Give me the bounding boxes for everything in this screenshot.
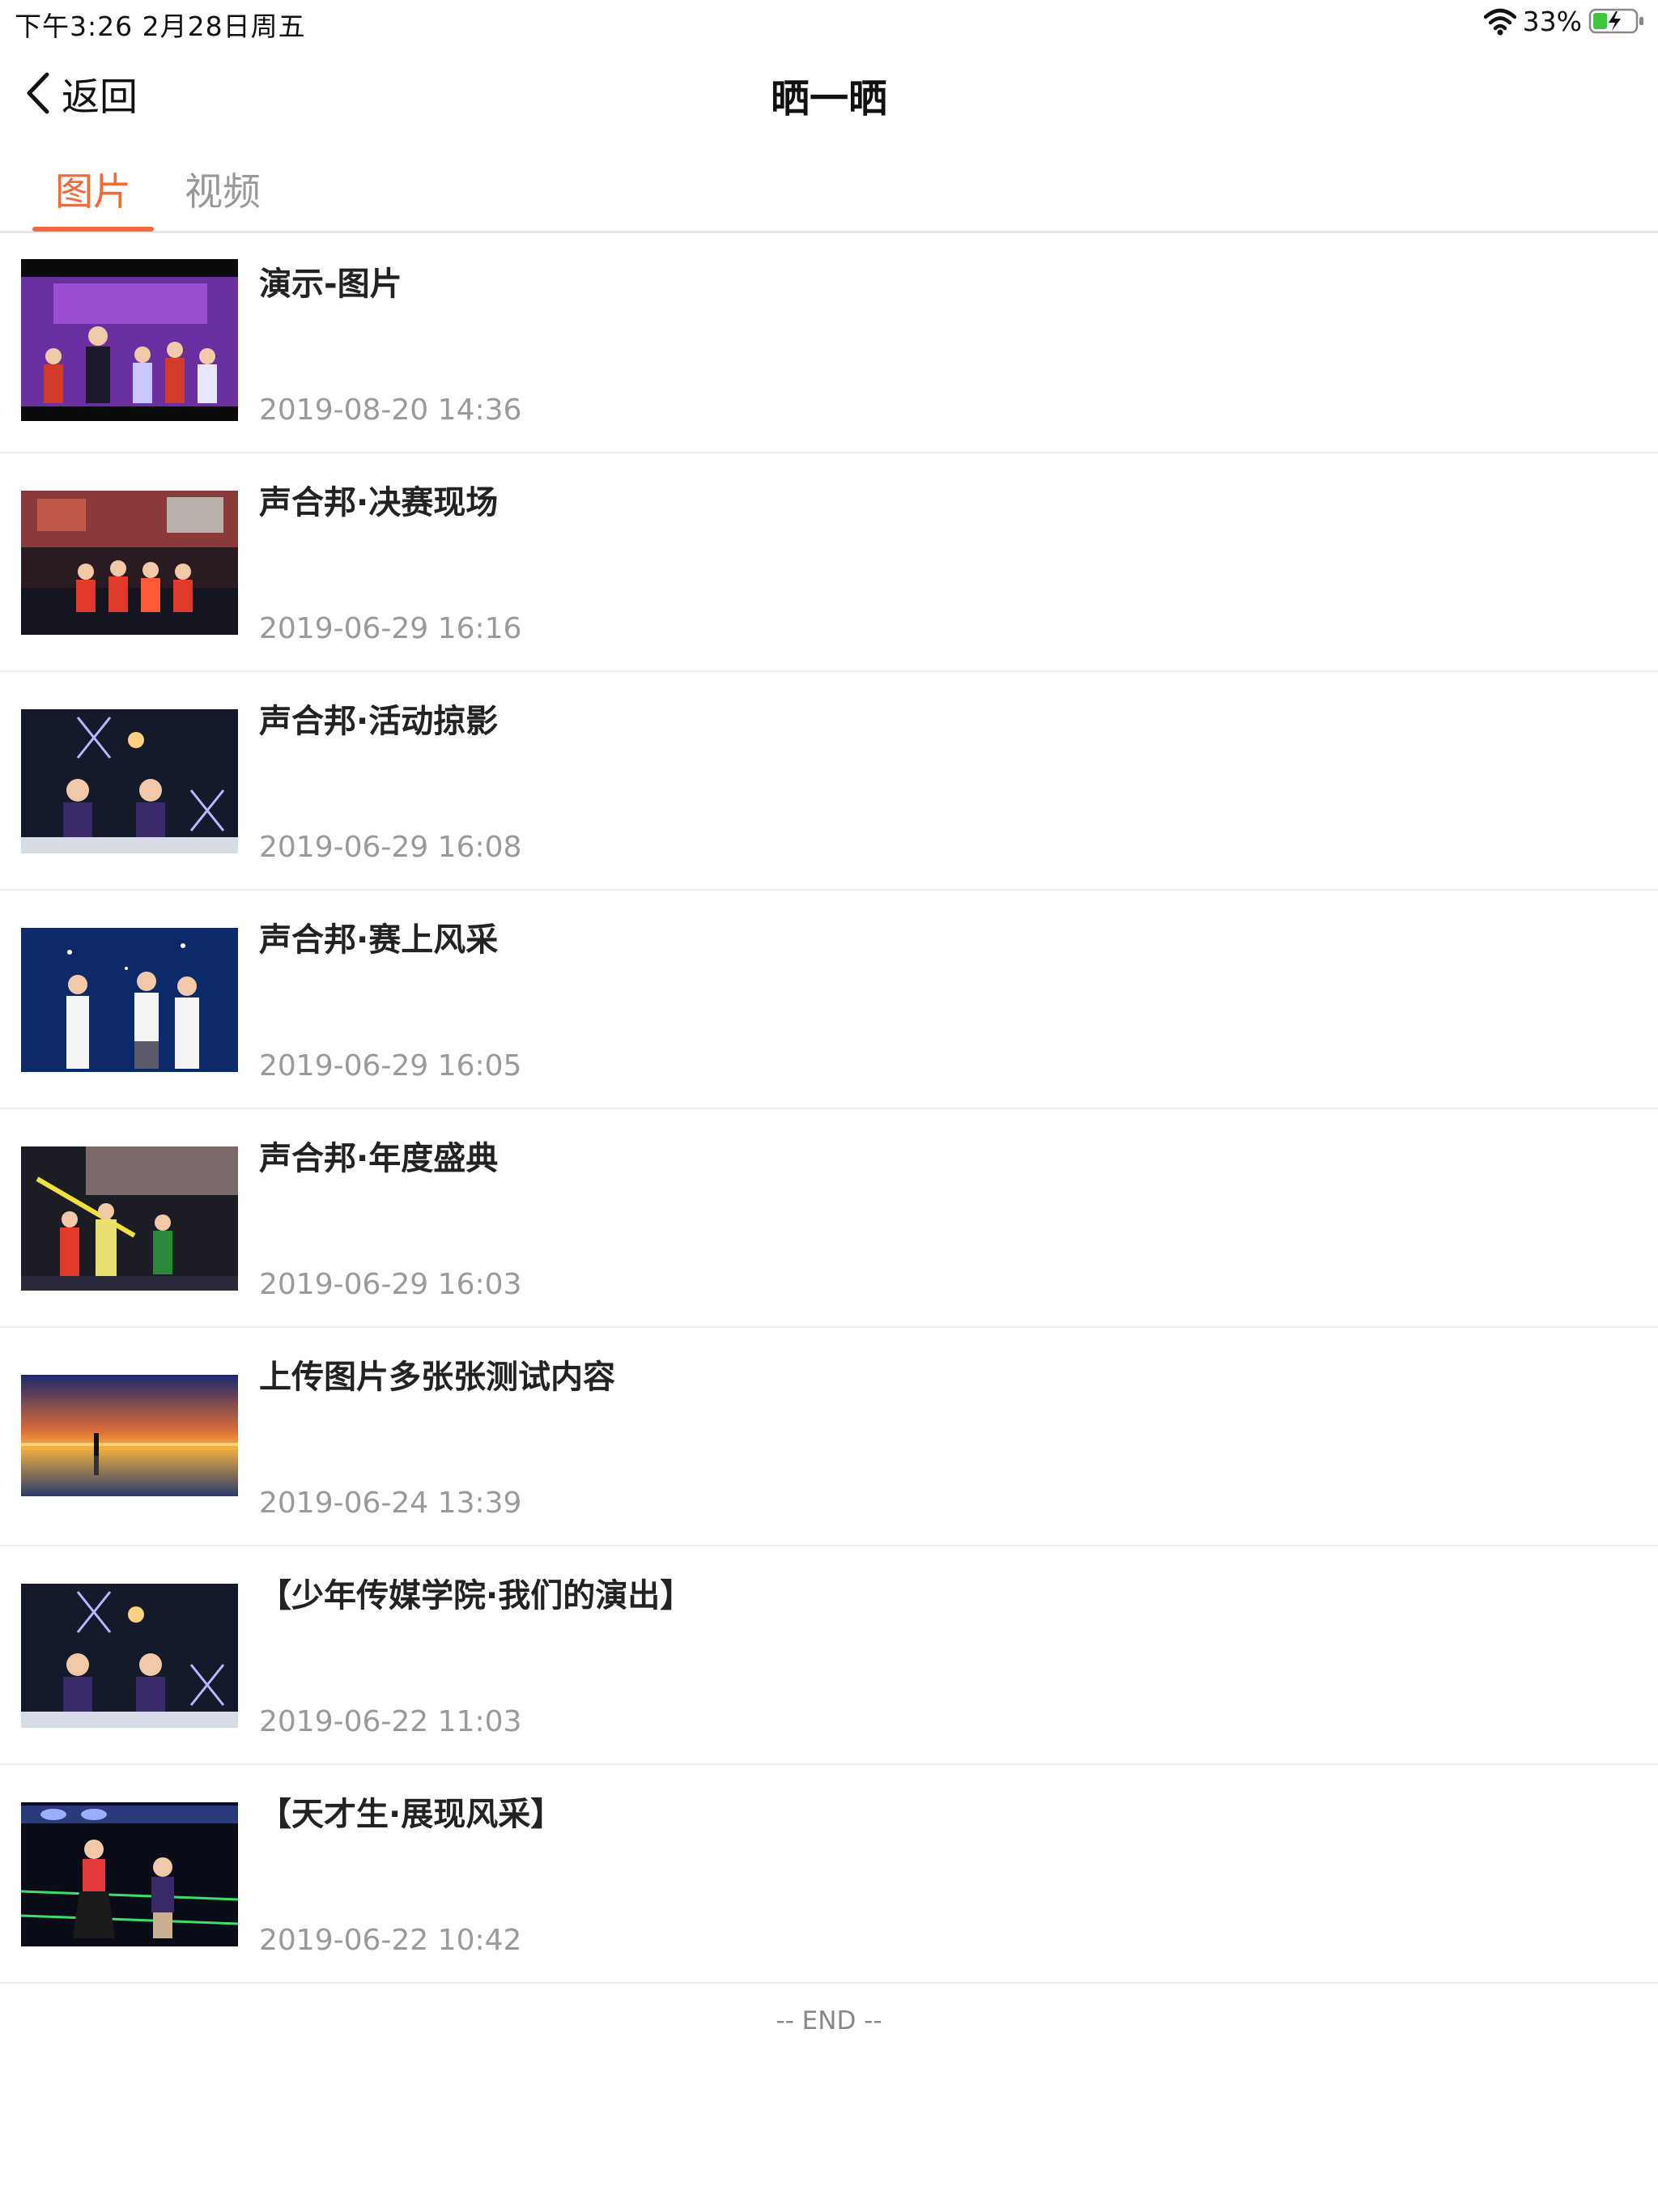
thumbnail-image (21, 1802, 238, 1946)
item-date: 2019-08-20 14:36 (259, 393, 522, 427)
thumbnail-image (21, 1146, 238, 1291)
thumbnail-image (21, 928, 238, 1072)
tab-videos[interactable]: 视频 (185, 160, 261, 216)
item-title: 声合邦·赛上风采 (259, 921, 499, 959)
status-bar: 下午3:26 2月28日周五 33% (0, 0, 1658, 42)
thumbnail-image (21, 259, 238, 421)
item-date: 2019-06-29 16:16 (259, 612, 522, 645)
item-title: 声合邦·决赛现场 (259, 484, 499, 521)
post-list: 演示-图片 2019-08-20 14:36 声合邦·决赛现场 2019-06-… (0, 235, 1658, 1984)
item-date: 2019-06-22 10:42 (259, 1924, 522, 1957)
list-item[interactable]: 演示-图片 2019-08-20 14:36 (0, 235, 1658, 453)
page-title: 晒一晒 (770, 76, 887, 121)
item-title: 声合邦·活动掠影 (259, 703, 499, 740)
active-tab-indicator (32, 227, 154, 232)
tab-bar: 图片 视频 (0, 144, 1658, 233)
list-item[interactable]: 声合邦·年度盛典 2019-06-29 16:03 (0, 1109, 1658, 1328)
status-right: 33% (1483, 3, 1645, 39)
list-item[interactable]: 【天才生·展现风采】 2019-06-22 10:42 (0, 1765, 1658, 1984)
item-date: 2019-06-29 16:05 (259, 1049, 522, 1083)
thumbnail-image (21, 491, 238, 635)
item-title: 【天才生·展现风采】 (259, 1796, 563, 1833)
item-date: 2019-06-24 13:39 (259, 1487, 522, 1520)
battery-charging-icon (1588, 8, 1643, 34)
list-item[interactable]: 声合邦·决赛现场 2019-06-29 16:16 (0, 453, 1658, 672)
list-item[interactable]: 声合邦·活动掠影 2019-06-29 16:08 (0, 672, 1658, 891)
list-item[interactable]: 声合邦·赛上风采 2019-06-29 16:05 (0, 891, 1658, 1109)
thumbnail-image (21, 709, 238, 853)
item-date: 2019-06-22 11:03 (259, 1705, 522, 1738)
tab-photos[interactable]: 图片 (55, 160, 131, 216)
item-title: 【少年传媒学院·我们的演出】 (259, 1577, 693, 1614)
navigation-bar: 返回 晒一晒 (0, 42, 1658, 144)
item-date: 2019-06-29 16:03 (259, 1268, 522, 1301)
list-end-marker: -- END -- (776, 2006, 882, 2035)
list-item[interactable]: 上传图片多张张测试内容 2019-06-24 13:39 (0, 1328, 1658, 1546)
item-date: 2019-06-29 16:08 (259, 831, 522, 864)
thumbnail-image (21, 1375, 238, 1496)
status-time-date: 下午3:26 2月28日周五 (15, 11, 306, 42)
item-title: 演示-图片 (259, 266, 402, 303)
battery-percent: 33% (1522, 5, 1582, 37)
item-title: 上传图片多张张测试内容 (259, 1359, 615, 1396)
list-item[interactable]: 【少年传媒学院·我们的演出】 2019-06-22 11:03 (0, 1546, 1658, 1765)
item-title: 声合邦·年度盛典 (259, 1140, 499, 1177)
wifi-icon (1483, 8, 1516, 36)
thumbnail-image (21, 1584, 238, 1728)
